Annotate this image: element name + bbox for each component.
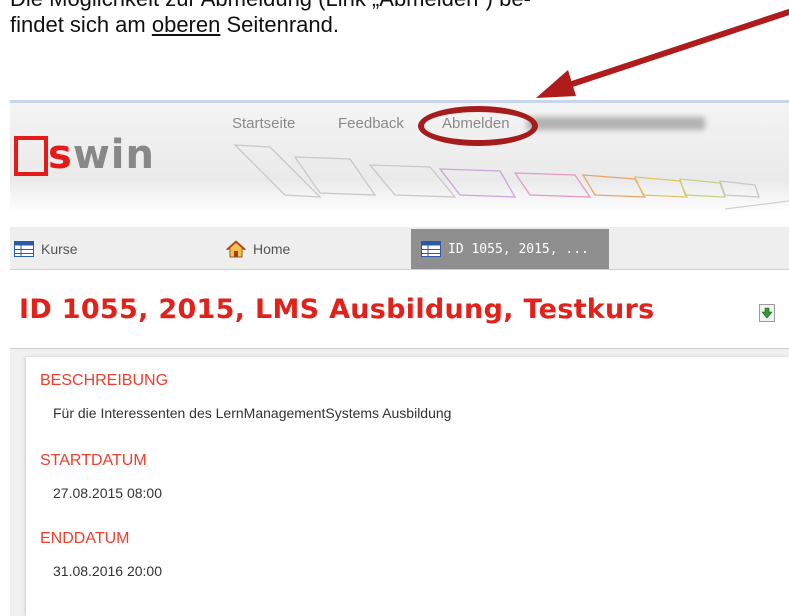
highlight-ellipse <box>418 106 538 146</box>
table-icon <box>421 241 441 257</box>
export-icon[interactable] <box>759 304 775 322</box>
table-icon <box>14 241 34 257</box>
annotation-arrow-icon <box>536 9 789 98</box>
tab-home[interactable]: Home <box>226 229 406 269</box>
tab-course-active[interactable]: ID 1055, 2015, ... <box>411 229 609 269</box>
page-title: ID 1055, 2015, LMS Ausbildung, Testkurs <box>19 294 655 325</box>
beschreibung-value: Für die Interessenten des LernManagement… <box>53 405 452 421</box>
tab-kurse-label: Kurse <box>41 241 78 257</box>
instruction-line-2: findet sich am oberen Seitenrand. <box>10 12 339 38</box>
logo: swin <box>48 132 155 178</box>
blurred-user-name <box>527 117 705 130</box>
tab-home-label: Home <box>253 241 291 257</box>
startdatum-label: STARTDATUM <box>40 452 147 469</box>
instruction-text-end: Seitenrand. <box>220 12 339 37</box>
startdatum-value: 27.08.2015 08:00 <box>53 485 162 501</box>
instruction-underlined-word: oberen <box>151 12 221 37</box>
instruction-text: findet sich am <box>10 12 152 37</box>
beschreibung-label: BESCHREIBUNG <box>40 372 169 389</box>
nav-feedback-link[interactable]: Feedback <box>338 115 404 132</box>
logo-frame <box>14 136 48 176</box>
logo-rest: win <box>72 132 155 178</box>
instruction-line-1: Die Möglichkeit zur Abmeldung (Link „Abm… <box>10 0 531 12</box>
house-icon <box>226 240 246 258</box>
header-decoration <box>233 144 789 210</box>
logo-letter: s <box>48 132 73 178</box>
tab-course-label: ID 1055, 2015, ... <box>448 241 589 257</box>
nav-startseite-link[interactable]: Startseite <box>232 115 295 132</box>
enddatum-label: ENDDATUM <box>40 530 130 547</box>
enddatum-value: 31.08.2016 20:00 <box>53 563 162 579</box>
tab-kurse[interactable]: Kurse <box>14 229 204 269</box>
